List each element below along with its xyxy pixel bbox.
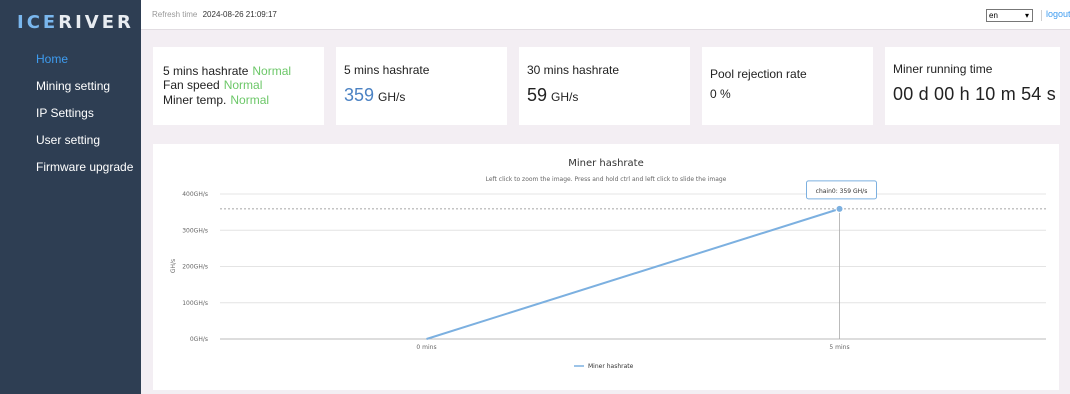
- hashrate-30min-value-row: 59 GH/s: [527, 85, 578, 106]
- topbar-divider: [1041, 10, 1042, 21]
- hashrate-status-label: 5 mins hashrate: [163, 64, 249, 78]
- logout-link[interactable]: logout: [1046, 9, 1070, 19]
- refresh-time: Refresh time 2024-08-26 21:09:17: [152, 10, 277, 19]
- legend-label: Miner hashrate: [588, 363, 634, 370]
- sidebar-item-user-setting[interactable]: User setting: [0, 129, 141, 156]
- running-time-card: Miner running time 00 d 00 h 10 m 54 s: [885, 47, 1060, 125]
- fan-status-row: Fan speed Normal: [163, 79, 262, 92]
- fan-status-label: Fan speed: [163, 78, 220, 92]
- sidebar-item-home[interactable]: Home: [0, 48, 141, 75]
- running-time-label: Miner running time: [893, 62, 993, 76]
- sidebar: ICERIVER Home Mining setting IP Settings…: [0, 0, 141, 394]
- chart-subtitle: Left click to zoom the image. Press and …: [486, 176, 727, 183]
- y-tick-label: 400GH/s: [182, 191, 208, 198]
- hashrate-5min-value: 359: [344, 85, 375, 105]
- pool-rejection-card: Pool rejection rate 0 %: [702, 47, 873, 125]
- fan-status-value: Normal: [223, 78, 263, 92]
- hashrate-30min-value: 59: [527, 85, 548, 105]
- chevron-down-icon: ▾: [1024, 11, 1029, 20]
- sidebar-item-ip-settings[interactable]: IP Settings: [0, 102, 141, 129]
- temp-status-value: Normal: [230, 93, 270, 107]
- tooltip-layer: chain0: 359 GH/s: [806, 180, 877, 200]
- running-time-value: 00 d 00 h 10 m 54 s: [893, 84, 1056, 104]
- status-card: 5 mins hashrate Normal Fan speed Normal Mi…: [153, 47, 324, 125]
- hashrate-chart[interactable]: Miner hashrate Left click to zoom the im…: [153, 144, 1059, 390]
- hashrate-5min-card: 5 mins hashrate 359 GH/s: [336, 47, 507, 125]
- sidebar-nav: Home Mining setting IP Settings User set…: [0, 48, 141, 183]
- hashrate-status-value: Normal: [252, 64, 292, 78]
- series-layer: [426, 204, 844, 340]
- data-point: [835, 204, 844, 213]
- logo-ice-text: ICE: [17, 12, 59, 33]
- hashrate-30min-label: 30 mins hashrate: [527, 63, 620, 77]
- y-tick-label: 0GH/s: [190, 336, 208, 343]
- logo-river-text: RIVER: [58, 12, 134, 33]
- y-axis-label: GH/s: [170, 259, 177, 273]
- refresh-time-value: 2024-08-26 21:09:17: [202, 10, 277, 19]
- pool-rejection-label: Pool rejection rate: [710, 67, 807, 81]
- sidebar-item-mining-setting[interactable]: Mining setting: [0, 75, 141, 102]
- x-tick-label: 0 mins: [416, 344, 436, 351]
- legend[interactable]: Miner hashrate: [574, 363, 634, 370]
- hashrate-status-row: 5 mins hashrate Normal: [163, 65, 291, 78]
- hashrate-5min-label: 5 mins hashrate: [344, 63, 430, 77]
- hashrate-30min-unit: GH/s: [551, 90, 579, 104]
- language-select-value: en: [989, 11, 998, 20]
- tooltip-text: chain0: 359 GH/s: [816, 188, 868, 195]
- y-tick-label: 300GH/s: [182, 227, 208, 234]
- sidebar-item-firmware-upgrade[interactable]: Firmware upgrade: [0, 156, 141, 183]
- hashrate-5min-value-row: 359 GH/s: [344, 85, 405, 106]
- series-line-miner-hashrate: [426, 207, 840, 340]
- temp-status-row: Miner temp. Normal: [163, 94, 269, 107]
- hashrate-30min-card: 30 mins hashrate 59 GH/s: [519, 47, 690, 125]
- y-tick-label: 100GH/s: [182, 300, 208, 307]
- x-tick-label: 5 mins: [829, 344, 849, 351]
- y-tick-label: 200GH/s: [182, 264, 208, 271]
- chart-title: Miner hashrate: [568, 158, 644, 169]
- hashrate-5min-unit: GH/s: [378, 90, 406, 104]
- top-bar: Refresh time 2024-08-26 21:09:17 en ▾ lo…: [141, 0, 1070, 30]
- hashrate-chart-panel[interactable]: Miner hashrate Left click to zoom the im…: [153, 144, 1059, 390]
- refresh-time-label: Refresh time: [152, 10, 198, 19]
- x-ticks: 0 mins 5 mins: [416, 344, 849, 351]
- temp-status-label: Miner temp.: [163, 93, 227, 107]
- grid-layer: [220, 193, 1046, 340]
- pool-rejection-value: 0 %: [710, 87, 731, 101]
- iceriver-logo[interactable]: ICERIVER: [17, 12, 134, 33]
- y-ticks: 400GH/s 300GH/s 200GH/s 100GH/s 0GH/s: [182, 191, 208, 343]
- language-select[interactable]: en ▾: [986, 9, 1033, 22]
